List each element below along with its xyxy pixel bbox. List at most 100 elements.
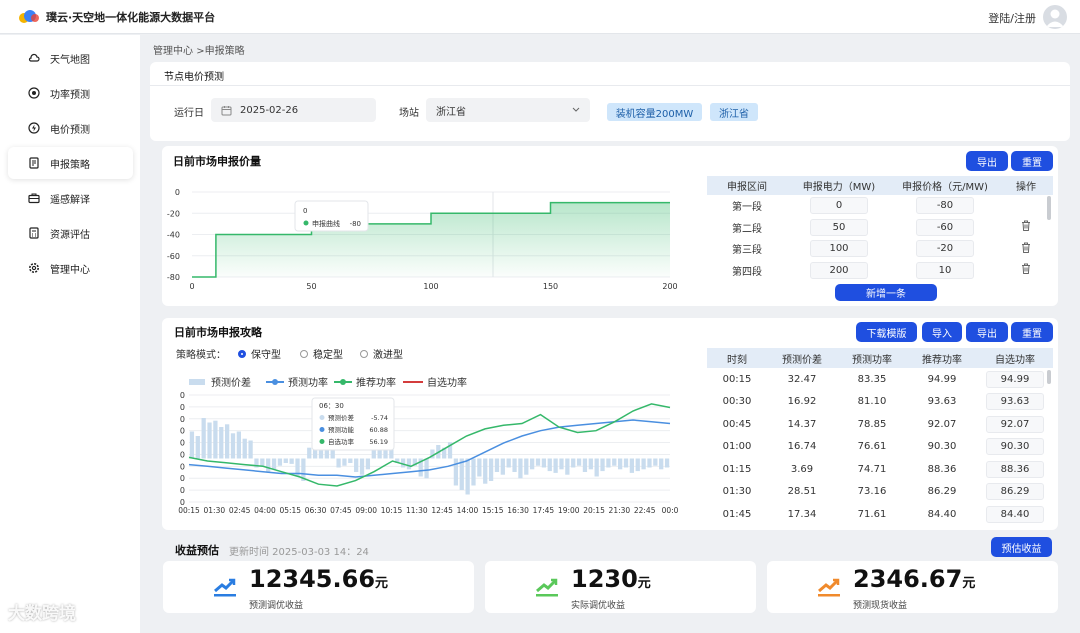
y-tick-label: 0 [180,415,185,424]
self-power-input[interactable]: 94.99 [986,370,1044,388]
strategy-export-button[interactable]: 导出 [966,322,1008,342]
y-tick-label: 0 [175,188,180,197]
time-cell: 00:45 [722,418,752,430]
breadcrumb-root[interactable]: 管理中心 [153,46,193,57]
sidebar-item-resource-assessment[interactable]: 资源评估 [8,217,133,249]
bar-pred-diff [494,458,500,472]
legend-rec-power[interactable]: 推荐功率 [334,374,396,389]
price-input[interactable]: -80 [916,197,974,215]
date-picker[interactable]: 2025-02-26 [211,98,376,122]
self-power-input[interactable]: 93.63 [986,393,1044,411]
bar-pred-diff [576,458,582,466]
x-tick-label: 0 [189,282,194,291]
target-icon [28,87,40,99]
legend-self-power[interactable]: 自选功率 [403,374,467,389]
radio-dot [300,349,308,358]
diff-cell: 14.37 [787,418,817,430]
mode-conservative-radio[interactable]: 保守型 [238,346,281,361]
strategy-table-scrollbar[interactable] [1047,370,1051,384]
power-input[interactable]: 200 [810,261,868,279]
y-tick-label: 0 [180,450,185,459]
y-tick-label: -20 [167,209,180,218]
self-power-input[interactable]: 92.07 [986,415,1044,433]
pred-cell: 81.10 [857,396,887,408]
bid-reset-button[interactable]: 重置 [1011,151,1053,171]
bid-export-button[interactable]: 导出 [966,151,1008,171]
bar-pred-diff [283,458,288,463]
power-cell: 50 [787,217,891,239]
bar-pred-diff [195,436,200,459]
avatar[interactable] [1043,5,1067,29]
legend-pred-diff[interactable]: 预测价差 [189,374,251,389]
bar-pred-diff [535,458,541,466]
y-tick-label: -40 [167,231,180,240]
mode-label-text: 稳定型 [313,350,343,361]
bar-pred-diff [213,420,218,459]
sidebar-item-price-forecast[interactable]: 电价预测 [8,112,133,144]
bar-pred-diff [483,458,488,484]
calculator-icon [29,227,39,239]
self-power-input[interactable]: 88.36 [986,460,1044,478]
seg-cell: 第三段 [732,245,762,257]
price-input[interactable]: -20 [916,240,974,258]
station-select[interactable]: 浙江省 [426,98,590,122]
login-link[interactable]: 登陆/注册 [988,10,1036,26]
import-button[interactable]: 导入 [922,322,962,342]
strategy-panel: 日前市场申报攻略 下载模版 导入 导出 重置 策略模式： 保守型 稳定型 激进型… [162,318,1058,530]
bid-table-scrollbar[interactable] [1047,196,1051,220]
action-cell [999,238,1053,260]
self-power-input[interactable]: 90.30 [986,438,1044,456]
x-tick-label: 02:45 [229,506,251,515]
calendar-icon [221,105,232,115]
price-input[interactable]: -60 [916,218,974,236]
bar-pred-diff [653,458,658,466]
bar-pred-diff [266,458,271,472]
bar-pred-diff [506,458,511,468]
power-input[interactable]: 50 [810,218,868,236]
tooltip-value: 60.88 [369,426,388,434]
kpi-caption: 预测现货收益 [853,601,908,611]
sidebar-item-label: 天气地图 [50,54,90,66]
strat-col-time: 时刻 [707,348,767,368]
sidebar-item-power-forecast[interactable]: 功率预测 [8,77,133,109]
legend-pred-power[interactable]: 预测功率 [266,374,328,389]
trash-icon[interactable] [1021,242,1031,253]
power-input[interactable]: 0 [810,197,868,215]
pred-cell: 76.61 [857,441,887,453]
revenue-title: 收益预估 [175,544,219,557]
sidebar-item-bid-strategy[interactable]: 申报策略 [8,147,133,179]
bar-pred-diff [488,458,494,481]
sidebar-item-management[interactable]: 管理中心 [8,252,133,284]
power-input[interactable]: 100 [810,240,868,258]
sidebar-item-weather-map[interactable]: 天气地图 [8,42,133,74]
bar-pred-diff [541,458,547,468]
mode-stable-radio[interactable]: 稳定型 [300,346,343,361]
revenue-update-time: 更新时间 2025-03-03 14：24 [229,547,369,558]
bar-pred-diff [289,458,294,464]
breadcrumb-current: >申报策略 [196,46,245,57]
self-power-input[interactable]: 86.29 [986,483,1044,501]
bid-col-power: 申报电力（MW) [787,176,891,195]
price-input[interactable]: 10 [916,261,974,279]
add-row-button[interactable]: 新增一条 [835,284,937,301]
download-template-button[interactable]: 下载模版 [856,322,917,342]
bar-pred-diff [641,458,646,470]
bar-pred-diff [629,458,635,473]
mode-aggressive-radio[interactable]: 激进型 [360,346,403,361]
trash-icon[interactable] [1021,220,1031,232]
x-tick-label: 19:00 [558,506,580,515]
self-power-input[interactable]: 84.40 [986,505,1044,523]
trash-icon[interactable] [1021,263,1031,275]
estimate-revenue-button[interactable]: 预估收益 [991,537,1052,557]
bid-chart: 0 -20 -40 -60 -80 0 50 100 150 200 0 申报曲线 -80 [167,188,678,291]
power-cell: 100 [787,238,891,260]
x-tick-label: 22:45 [634,506,656,515]
rec-cell: 84.40 [927,508,957,520]
bar-pred-diff [219,427,224,459]
bid-col-seg: 申报区间 [707,176,787,195]
strategy-reset-button[interactable]: 重置 [1011,322,1053,342]
self-cell: 92.07 [977,413,1053,436]
price-cell: 10 [891,260,999,282]
sidebar-item-remote-sensing[interactable]: 遥感解译 [8,182,133,214]
self-cell: 90.30 [977,436,1053,459]
